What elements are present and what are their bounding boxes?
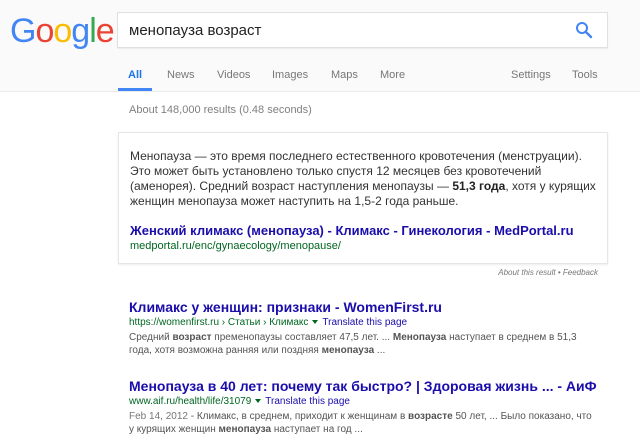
result-title-link[interactable]: Менопауза в 40 лет: почему так быстро? |… — [129, 378, 599, 395]
result-title-link[interactable]: Климакс у женщин: признаки - WomenFirst.… — [129, 299, 599, 316]
search-input[interactable] — [129, 13, 549, 47]
search-icon[interactable] — [575, 21, 593, 39]
tab-news[interactable]: News — [167, 69, 195, 81]
snippet-text: ... — [374, 345, 386, 356]
snippet-text: - Климакс, в среднем, приходит к женщина… — [187, 411, 409, 422]
snippet-highlight: менопауза — [218, 424, 272, 435]
snippet-highlight: 51,3 года — [452, 179, 506, 193]
snippet-text: наступает на год ... — [271, 424, 363, 435]
result-url: www.aif.ru/health/life/31079 — [129, 396, 252, 407]
logo-letter: o — [53, 12, 72, 50]
result-snippet: Средний возраст пременопаузы составляет … — [129, 331, 599, 357]
dropdown-arrow-icon[interactable] — [312, 320, 319, 325]
snippet-highlight: возраст — [172, 332, 212, 343]
result-stats: About 148,000 results (0.48 seconds) — [129, 104, 312, 116]
snippet-text: Средний — [129, 332, 173, 343]
result-date: Feb 14, 2012 — [129, 411, 188, 422]
search-tabs: All News Videos Images Maps More Setting… — [0, 60, 640, 92]
translate-link[interactable]: Translate this page — [322, 317, 407, 328]
tab-maps[interactable]: Maps — [331, 69, 358, 81]
logo-letter: g — [71, 12, 90, 50]
google-logo[interactable]: Google — [10, 12, 115, 50]
featured-snippet: Менопауза — это время последнего естеств… — [118, 132, 608, 264]
tab-tools[interactable]: Tools — [572, 69, 598, 81]
logo-letter: G — [10, 12, 36, 50]
snippet-highlight: Менопауза — [392, 332, 447, 343]
result-url-line: https://womenfirst.ru › Статьи › Климакс… — [129, 316, 599, 330]
logo-letter: o — [35, 12, 54, 50]
featured-result-title-link[interactable]: Женский климакс (менопауза) - Климакс - … — [130, 223, 574, 238]
search-box[interactable] — [117, 12, 608, 48]
result-snippet: Feb 14, 2012 - Климакс, в среднем, прихо… — [129, 410, 599, 436]
snippet-highlight: менопауза — [321, 345, 375, 356]
snippet-text: пременопаузы составляет 47,5 лет. ... — [211, 332, 393, 343]
featured-result-url: medportal.ru/enc/gynaecology/menopause/ — [130, 240, 341, 252]
header: Google All News Videos Images Maps More … — [0, 0, 640, 92]
search-result: Климакс у женщин: признаки - WomenFirst.… — [129, 299, 599, 357]
dropdown-arrow-icon[interactable] — [255, 399, 262, 404]
tab-settings[interactable]: Settings — [511, 69, 551, 81]
search-result: Менопауза в 40 лет: почему так быстро? |… — [129, 378, 599, 436]
result-url-line: www.aif.ru/health/life/31079 Translate th… — [129, 395, 599, 409]
featured-snippet-text: Менопауза — это время последнего естеств… — [130, 149, 600, 209]
translate-link[interactable]: Translate this page — [265, 396, 350, 407]
tab-videos[interactable]: Videos — [217, 69, 250, 81]
logo-letter: e — [95, 12, 115, 50]
active-tab-indicator — [118, 88, 152, 91]
tab-all[interactable]: All — [128, 69, 142, 81]
about-this-result-link[interactable]: About this result • Feedback — [498, 268, 598, 277]
tab-images[interactable]: Images — [272, 69, 308, 81]
result-url: https://womenfirst.ru › Статьи › Климакс — [129, 317, 309, 328]
tab-more[interactable]: More — [380, 69, 405, 81]
snippet-highlight: возрасте — [408, 411, 453, 422]
